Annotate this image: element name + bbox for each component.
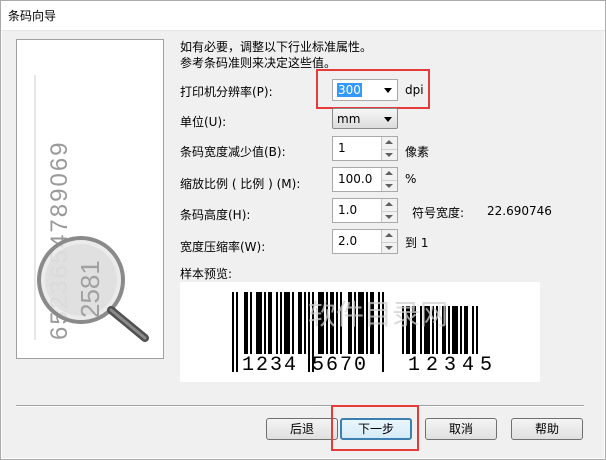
spin-up-icon[interactable] [385,171,393,175]
barcode-bar [244,292,248,354]
height-spinner[interactable]: 1.0 [332,198,398,223]
back-button[interactable]: 后退 [266,418,338,440]
compression-label: 宽度压缩率(W): [180,240,266,254]
scale-spinner[interactable]: 100.0 [332,167,398,192]
cancel-button[interactable]: 取消 [425,418,497,440]
height-label: 条码高度(H): [180,208,251,222]
unit-value: mm [337,112,361,126]
unit-select[interactable]: mm [332,108,398,129]
chevron-down-icon [384,117,392,122]
barcode-magnifier-illustration: 6523654789069 2581 [34,75,149,342]
height-value: 1.0 [338,203,358,217]
scale-label: 缩放比例 ( 比例 ) (M): [180,177,301,191]
button-separator [16,405,584,407]
spin-down-icon[interactable] [385,215,393,219]
scale-value: 100.0 [338,172,373,186]
barcode-bar [268,292,272,354]
spin-down-icon[interactable] [385,153,393,157]
spin-down-icon[interactable] [385,184,393,188]
barcode-preview: 1234 5670 12345 软件目录网 [180,282,540,382]
barcode-bar [264,292,266,354]
width-reduction-spinner[interactable]: 1 [332,136,398,161]
intro-line-1: 如有必要，调整以下行业标准属性。 [180,40,373,54]
ratio-unit-label: 到 1 [405,236,429,250]
magnified-digits: 2581 [75,260,105,318]
percent-unit-label: % [405,172,417,186]
wizard-illustration: 6523654789069 2581 [16,39,164,359]
barcode-addon-digits: 12345 [408,354,498,377]
barcode-bar [232,292,234,372]
barcode-bar [476,306,478,354]
barcode-bar [256,292,262,354]
title-bar: 条码向导 [0,0,606,31]
preview-label: 样本预览: [180,267,233,281]
spin-down-icon[interactable] [385,246,393,250]
width-reduction-label: 条码宽度减少值(B): [180,145,286,159]
barcode-bar [464,306,468,354]
help-button[interactable]: 帮助 [511,418,583,440]
barcode-bar [448,306,450,354]
spin-up-icon[interactable] [385,233,393,237]
barcode-bar [236,292,238,372]
printer-resolution-value: 300 [337,83,362,97]
width-reduction-value: 1 [338,141,346,155]
spin-up-icon[interactable] [385,202,393,206]
watermark-text: 软件目录网 [308,298,448,331]
chevron-down-icon [384,88,392,93]
barcode-preview-graphic: 1234 5670 12345 软件目录网 [232,292,498,377]
barcode-bar [284,292,290,354]
pixel-unit-label: 像素 [405,145,430,159]
unit-label: 单位(U): [180,115,227,129]
next-button[interactable]: 下一步 [340,418,412,440]
barcode-bar [280,292,282,354]
spin-up-icon[interactable] [385,140,393,144]
barcode-bar [298,292,302,354]
barcode-bar [460,306,462,354]
compression-spinner[interactable]: 2.0 [332,229,398,254]
barcode-bar [250,292,252,354]
symbol-width-label: 符号宽度: [412,206,465,220]
symbol-width-value: 22.690746 [487,204,552,218]
compression-value: 2.0 [338,234,358,248]
printer-resolution-combo[interactable]: 300 [332,79,398,101]
printer-resolution-label: 打印机分辨率(P): [180,85,273,99]
window-title: 条码向导 [8,9,57,23]
intro-line-2: 参考条码准则来决定这些值。 [180,56,337,70]
barcode-bar [292,292,294,354]
barcode-bar [304,292,306,354]
barcode-bar [452,306,458,354]
barcode-main-digits: 1234 5670 [242,354,368,377]
barcode-bar [472,306,474,354]
barcode-bar [276,292,278,354]
dpi-unit-label: dpi [405,83,424,97]
